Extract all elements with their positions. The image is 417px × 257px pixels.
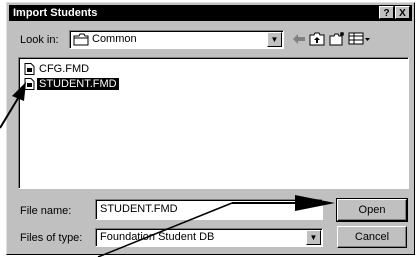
files-of-type-dropdown[interactable]: Foundation Student DB ▼: [95, 228, 323, 247]
title-bar: Import Students ? X: [9, 5, 412, 21]
chevron-down-icon[interactable]: ▼: [306, 230, 321, 245]
file-list[interactable]: CFG.FMD STUDENT.FMD: [18, 57, 409, 189]
files-of-type-label: Files of type:: [20, 232, 83, 244]
open-button[interactable]: Open: [336, 198, 408, 222]
dialog-title: Import Students: [13, 7, 98, 19]
up-folder-icon[interactable]: [308, 31, 326, 47]
file-item-student[interactable]: STUDENT.FMD: [24, 77, 119, 91]
view-menu-icon[interactable]: [348, 31, 372, 47]
file-name-value: STUDENT.FMD: [100, 203, 178, 215]
file-icon: [24, 78, 35, 91]
file-icon: [24, 63, 35, 76]
new-folder-icon[interactable]: [328, 31, 346, 47]
file-item-cfg[interactable]: CFG.FMD: [24, 62, 91, 76]
file-name-label: File name:: [20, 205, 72, 217]
file-name-field[interactable]: STUDENT.FMD: [95, 199, 323, 220]
chevron-down-icon[interactable]: ▼: [267, 32, 282, 47]
back-arrow-icon[interactable]: [290, 31, 308, 47]
files-of-type-value: Foundation Student DB: [100, 231, 215, 243]
help-button[interactable]: ?: [379, 6, 394, 19]
import-students-dialog: Import Students ? X Look in: Common ▼ CF…: [6, 2, 415, 255]
close-button[interactable]: X: [395, 6, 410, 19]
file-name-label: CFG.FMD: [39, 63, 90, 76]
file-name-label: STUDENT.FMD: [37, 78, 119, 91]
folder-icon: [73, 33, 89, 46]
look-in-label: Look in:: [20, 34, 59, 46]
look-in-value: Common: [92, 33, 137, 45]
look-in-dropdown[interactable]: Common ▼: [69, 30, 284, 49]
cancel-button[interactable]: Cancel: [337, 226, 407, 248]
